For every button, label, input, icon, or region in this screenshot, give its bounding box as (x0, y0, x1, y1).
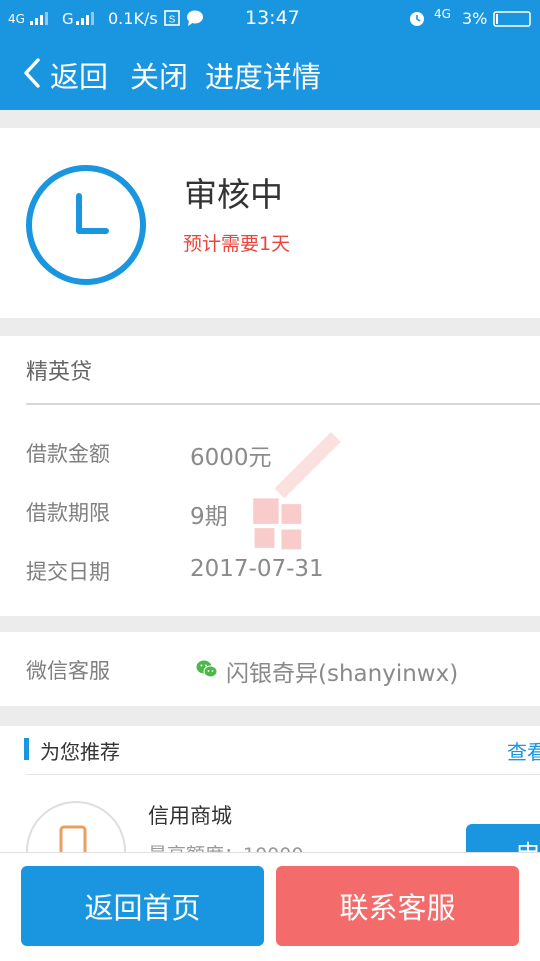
close-button[interactable]: 关闭 (130, 54, 188, 96)
wechat-label: 微信客服 (26, 659, 110, 683)
loan-amount-label: 借款金额 (26, 442, 110, 466)
loan-term-label: 借款期限 (26, 501, 110, 525)
product-name: 精英贷 (26, 360, 93, 385)
sim-icon: S (164, 10, 180, 26)
submit-date-label: 提交日期 (26, 560, 110, 584)
wechat-account[interactable]: 闪银奇异(shanyinwx) (226, 654, 458, 688)
svg-text:S: S (169, 15, 176, 26)
product-title[interactable]: 信用商城 (148, 800, 232, 830)
section-marker (24, 738, 29, 760)
wechat-card: 微信客服 闪银奇异(shanyinwx) (0, 632, 540, 706)
page-title: 进度详情 (205, 60, 322, 94)
estimate-text: 预计需要1天 (183, 233, 291, 255)
back-arrow-icon[interactable] (18, 56, 52, 90)
message-icon (187, 10, 203, 26)
status-text: 审核中 (184, 175, 283, 214)
network-indicator: 4G (8, 12, 25, 26)
signal-icon-2 (76, 12, 94, 25)
alarm-icon (410, 12, 424, 26)
recommend-title: 为您推荐 (40, 740, 120, 764)
signal-icon (30, 12, 48, 25)
status-card: 审核中 预计需要1天 (0, 128, 540, 318)
battery-icon (493, 11, 531, 27)
clock: 13:47 (245, 7, 300, 29)
nav-bar: 返回 关闭 进度详情 (0, 36, 540, 110)
back-button[interactable]: 返回 (50, 54, 108, 96)
recommend-card: 为您推荐 查看 信用商城 最高额度：10000 申 (0, 726, 540, 901)
clock-icon (26, 165, 146, 285)
network-indicator-3: 4G (434, 7, 451, 21)
network-indicator-2: G (62, 10, 74, 28)
contact-service-button[interactable]: 联系客服 (276, 866, 519, 946)
home-button[interactable]: 返回首页 (21, 866, 264, 946)
see-more-link[interactable]: 查看 (507, 736, 540, 765)
wechat-icon (196, 660, 218, 678)
network-speed: 0.1K/s (108, 9, 158, 28)
divider (26, 774, 540, 775)
status-bar: 4G G 0.1K/s S 13:47 4G 3% (0, 0, 540, 36)
battery-percent: 3% (462, 9, 488, 28)
